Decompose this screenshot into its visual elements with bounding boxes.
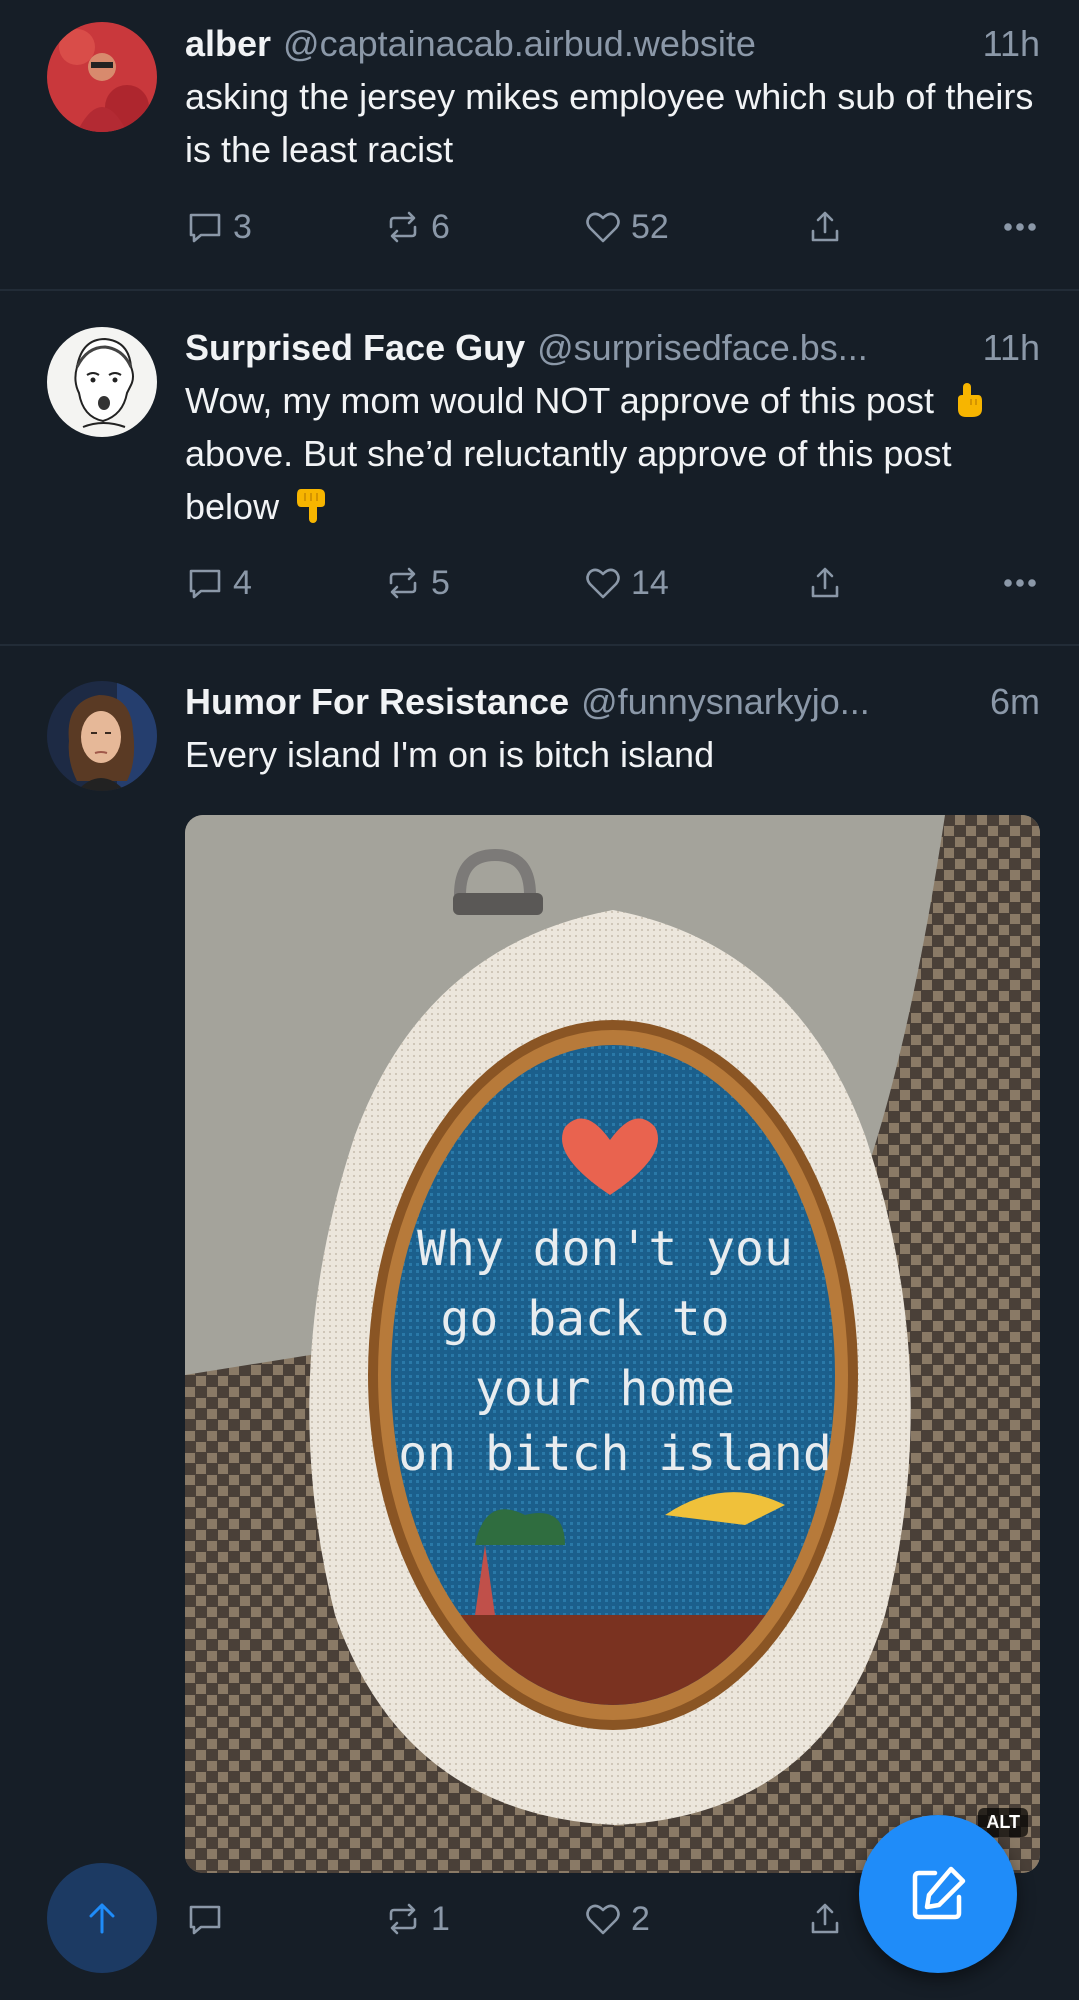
stitched-line-4: on bitch island [398, 1426, 831, 1482]
post-actions: 4 5 14 [185, 563, 1040, 613]
heart-icon [586, 1904, 620, 1935]
author-handle[interactable]: @funnysnarkyjo... [581, 680, 980, 724]
stitched-line-3: your home [475, 1361, 735, 1417]
post-header: Surprised Face Guy @surprisedface.bs... … [185, 326, 1040, 370]
like-button[interactable]: 2 [583, 1899, 650, 1939]
compose-post-button[interactable] [859, 1815, 1017, 1973]
speech-bubble-icon [189, 1905, 221, 1935]
speech-bubble-icon [189, 213, 221, 243]
ellipsis-icon [1004, 579, 1036, 587]
hand-pointing-down-emoji [297, 489, 326, 523]
author-handle[interactable]: @captainacab.airbud.website [283, 22, 973, 66]
like-count: 2 [631, 1899, 650, 1938]
repost-arrows-icon [389, 211, 417, 243]
share-button[interactable] [805, 1899, 845, 1939]
arrow-up-icon [89, 1903, 115, 1934]
post-header: alber @captainacab.airbud.website 11h [185, 22, 1040, 66]
post-text-part-1: Wow, my mom would NOT approve of this po… [185, 380, 934, 421]
pencil-square-icon [912, 1866, 966, 1920]
author-name[interactable]: Surprised Face Guy [185, 326, 525, 370]
author-name[interactable]: Humor For Resistance [185, 680, 569, 724]
reply-count: 3 [233, 207, 252, 246]
repost-button[interactable]: 5 [383, 563, 450, 603]
stitched-line-2: go back to [441, 1291, 730, 1347]
avatar-image [47, 22, 157, 132]
post-alber[interactable]: alber @captainacab.airbud.website 11h as… [0, 0, 1079, 291]
like-button[interactable]: 14 [583, 563, 669, 603]
share-button[interactable] [805, 207, 845, 247]
share-button[interactable] [805, 563, 845, 603]
repost-button[interactable]: 6 [383, 207, 450, 247]
reply-button[interactable]: 4 [185, 563, 252, 603]
author-name[interactable]: alber [185, 22, 271, 66]
repost-count: 1 [431, 1899, 450, 1938]
repost-button[interactable]: 1 [383, 1899, 450, 1939]
share-upload-icon [811, 211, 839, 242]
post-header: Humor For Resistance @funnysnarkyjo... 6… [185, 680, 1040, 724]
reply-count: 4 [233, 563, 252, 602]
heart-icon [586, 212, 620, 243]
cross-stitch-hoop-image: Why don't you go back to your home on bi… [185, 815, 1040, 1873]
post-time: 11h [982, 23, 1040, 64]
like-count: 14 [631, 563, 669, 602]
post-surprised-face-guy[interactable]: Surprised Face Guy @surprisedface.bs... … [0, 289, 1079, 646]
repost-arrows-icon [389, 567, 417, 599]
repost-count: 5 [431, 563, 450, 602]
speech-bubble-icon [189, 569, 221, 599]
more-options-button[interactable] [1000, 207, 1040, 247]
repost-count: 6 [431, 207, 450, 246]
repost-arrows-icon [389, 1903, 417, 1935]
reply-button[interactable]: 3 [185, 207, 252, 247]
post-text: Every island I'm on is bitch island [185, 734, 715, 775]
post-text: Wow, my mom would NOT approve of this po… [185, 374, 1040, 533]
avatar[interactable] [47, 327, 157, 437]
reply-button[interactable] [185, 1899, 233, 1939]
like-button[interactable]: 52 [583, 207, 669, 247]
scroll-to-top-button[interactable] [47, 1863, 157, 1973]
stitched-line-1: Why don't you [417, 1221, 793, 1277]
hand-pointing-up-emoji [957, 383, 982, 417]
share-upload-icon [811, 567, 839, 598]
avatar-image [47, 681, 157, 791]
avatar-image [47, 327, 157, 437]
avatar[interactable] [47, 681, 157, 791]
post-time: 11h [982, 327, 1040, 368]
like-count: 52 [631, 207, 669, 246]
post-text: asking the jersey mikes employee which s… [185, 76, 1034, 170]
ellipsis-icon [1004, 223, 1036, 231]
post-time: 6m [989, 681, 1040, 722]
avatar[interactable] [47, 22, 157, 132]
heart-icon [586, 568, 620, 599]
share-upload-icon [811, 1903, 839, 1934]
author-handle[interactable]: @surprisedface.bs... [537, 326, 972, 370]
post-actions: 3 6 52 [185, 207, 1040, 257]
post-image[interactable]: Why don't you go back to your home on bi… [185, 815, 1040, 1873]
more-options-button[interactable] [1000, 563, 1040, 603]
